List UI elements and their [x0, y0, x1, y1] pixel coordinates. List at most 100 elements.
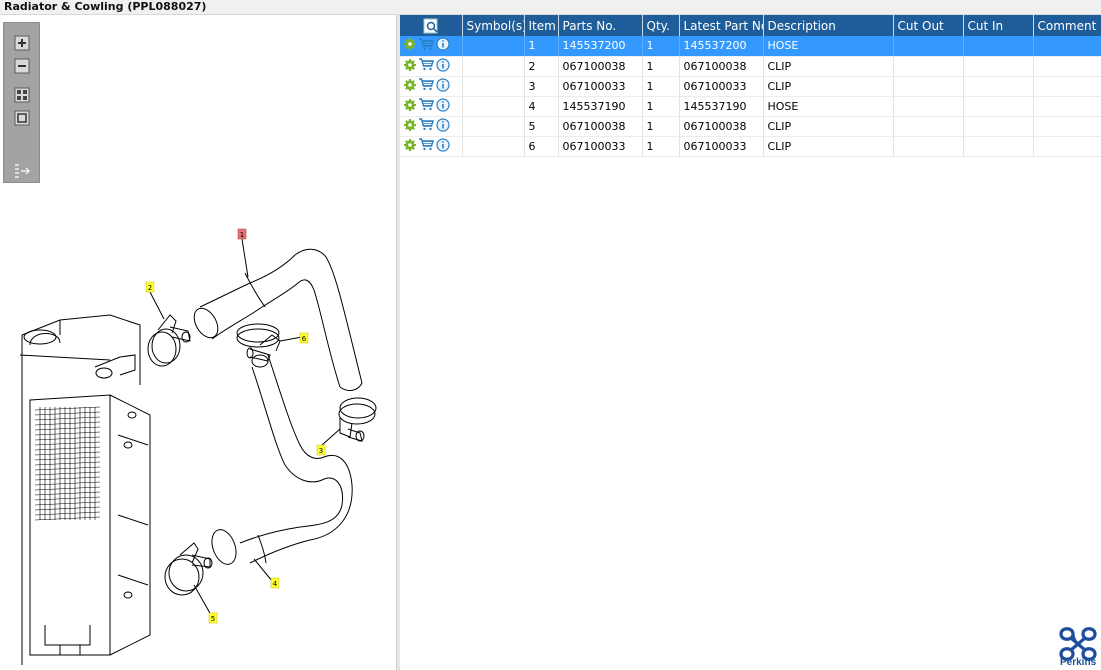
cell-cut-in [963, 96, 1034, 117]
cell-symbols [462, 56, 525, 77]
cell-cut-out [893, 36, 964, 57]
column-header-item[interactable]: Item [524, 15, 559, 36]
cell-description: CLIP [763, 56, 894, 77]
cell-part-no: 145537190 [558, 96, 643, 117]
info-icon[interactable] [436, 57, 450, 75]
radiator-drawing [19, 314, 151, 665]
callout-6[interactable]: 6 [299, 332, 309, 344]
column-header-symbols[interactable]: Symbol(s) [462, 15, 525, 36]
table-row[interactable]: 2 067100038 1 067100038 CLIP [400, 56, 1101, 77]
fit-page-button[interactable] [13, 109, 31, 127]
callout-3[interactable]: 3 [316, 444, 326, 456]
cell-item: 6 [524, 136, 559, 157]
cell-symbols [462, 36, 525, 57]
cell-description: CLIP [763, 136, 894, 157]
cell-latest-part-no: 145537200 [679, 36, 764, 57]
diagram-toolbar [3, 22, 40, 183]
table-row[interactable]: 1 145537200 1 145537200 HOSE [400, 36, 1101, 57]
search-parts-icon [423, 18, 438, 33]
callout-label: 6 [302, 335, 307, 343]
gear-icon[interactable] [404, 98, 416, 114]
table-row[interactable]: 4 145537190 1 145537190 HOSE [400, 96, 1101, 117]
info-icon[interactable] [436, 77, 450, 95]
callout-4[interactable]: 4 [270, 577, 280, 589]
exploded-diagram[interactable]: 1 2 6 3 4 5 [0, 210, 396, 670]
cell-symbols [462, 116, 525, 137]
column-header-description[interactable]: Description [763, 15, 894, 36]
row-actions [400, 136, 463, 157]
cell-cut-in [963, 56, 1034, 77]
zoom-in-button[interactable] [13, 34, 31, 52]
row-actions [400, 76, 463, 97]
info-icon[interactable] [436, 117, 450, 135]
lower-hose-drawing [211, 354, 353, 565]
row-actions [400, 116, 463, 137]
cell-part-no: 067100033 [558, 76, 643, 97]
cell-item: 5 [524, 116, 559, 137]
cell-item: 3 [524, 76, 559, 97]
callout-label: 3 [319, 447, 323, 455]
gear-icon[interactable] [404, 138, 416, 154]
cart-icon[interactable] [418, 38, 434, 54]
cell-description: CLIP [763, 76, 894, 97]
cart-icon[interactable] [418, 58, 434, 74]
window-titlebar: Radiator & Cowling (PPL088027) [0, 0, 1101, 15]
cell-item: 4 [524, 96, 559, 117]
table-row[interactable]: 6 067100033 1 067100033 CLIP [400, 136, 1101, 157]
cart-icon[interactable] [418, 78, 434, 94]
cell-latest-part-no: 067100038 [679, 56, 764, 77]
callout-5[interactable]: 5 [208, 612, 218, 624]
cell-qty: 1 [642, 56, 680, 77]
gear-icon[interactable] [404, 118, 416, 134]
column-header-part-no[interactable]: Parts No. [558, 15, 643, 36]
callout-label: 4 [273, 580, 278, 588]
column-header-actions[interactable] [400, 15, 463, 36]
column-header-cut-out[interactable]: Cut Out [893, 15, 964, 36]
callout-2[interactable]: 2 [145, 281, 155, 293]
brand-name: Perkins [1060, 657, 1097, 668]
callout-1[interactable]: 1 [237, 228, 247, 240]
callout-label: 2 [148, 284, 152, 292]
gear-icon[interactable] [404, 78, 416, 94]
cell-latest-part-no: 067100033 [679, 136, 764, 157]
cell-cut-out [893, 116, 964, 137]
info-icon[interactable] [436, 137, 450, 155]
cell-qty: 1 [642, 96, 680, 117]
info-icon[interactable] [436, 37, 450, 54]
row-actions [400, 56, 463, 77]
column-header-latest-part-no[interactable]: Latest Part No. [679, 15, 764, 36]
clip-5-drawing [164, 542, 213, 596]
column-header-cut-in[interactable]: Cut In [963, 15, 1034, 36]
cart-icon[interactable] [418, 98, 434, 114]
cell-description: CLIP [763, 116, 894, 137]
cell-part-no: 145537200 [558, 36, 643, 57]
table-row[interactable]: 5 067100038 1 067100038 CLIP [400, 116, 1101, 137]
window-title: Radiator & Cowling (PPL088027) [4, 0, 207, 13]
cell-comment [1033, 76, 1101, 97]
upper-hose-drawing [193, 248, 363, 391]
cell-comment [1033, 36, 1101, 57]
toggle-list-button[interactable] [13, 162, 31, 180]
cell-symbols [462, 136, 525, 157]
cell-comment [1033, 56, 1101, 77]
gear-icon[interactable] [404, 38, 416, 53]
cell-qty: 1 [642, 76, 680, 97]
fit-all-button[interactable] [13, 86, 31, 104]
column-header-comment[interactable]: Comment [1033, 15, 1101, 36]
cell-part-no: 067100038 [558, 116, 643, 137]
cell-latest-part-no: 067100038 [679, 116, 764, 137]
cart-icon[interactable] [418, 138, 434, 154]
info-icon[interactable] [436, 97, 450, 115]
diagram-pane[interactable]: 1 2 6 3 4 5 [0, 15, 396, 670]
cart-icon[interactable] [418, 118, 434, 134]
cell-qty: 1 [642, 36, 680, 57]
column-header-qty[interactable]: Qty. [642, 15, 680, 36]
fit-page-icon [14, 110, 30, 126]
table-row[interactable]: 3 067100033 1 067100033 CLIP [400, 76, 1101, 97]
cell-latest-part-no: 145537190 [679, 96, 764, 117]
zoom-in-icon [14, 35, 30, 51]
parts-table: Symbol(s) Item Parts No. Qty. Latest Par… [400, 15, 1101, 157]
cell-cut-out [893, 56, 964, 77]
gear-icon[interactable] [404, 58, 416, 74]
zoom-out-button[interactable] [13, 57, 31, 75]
